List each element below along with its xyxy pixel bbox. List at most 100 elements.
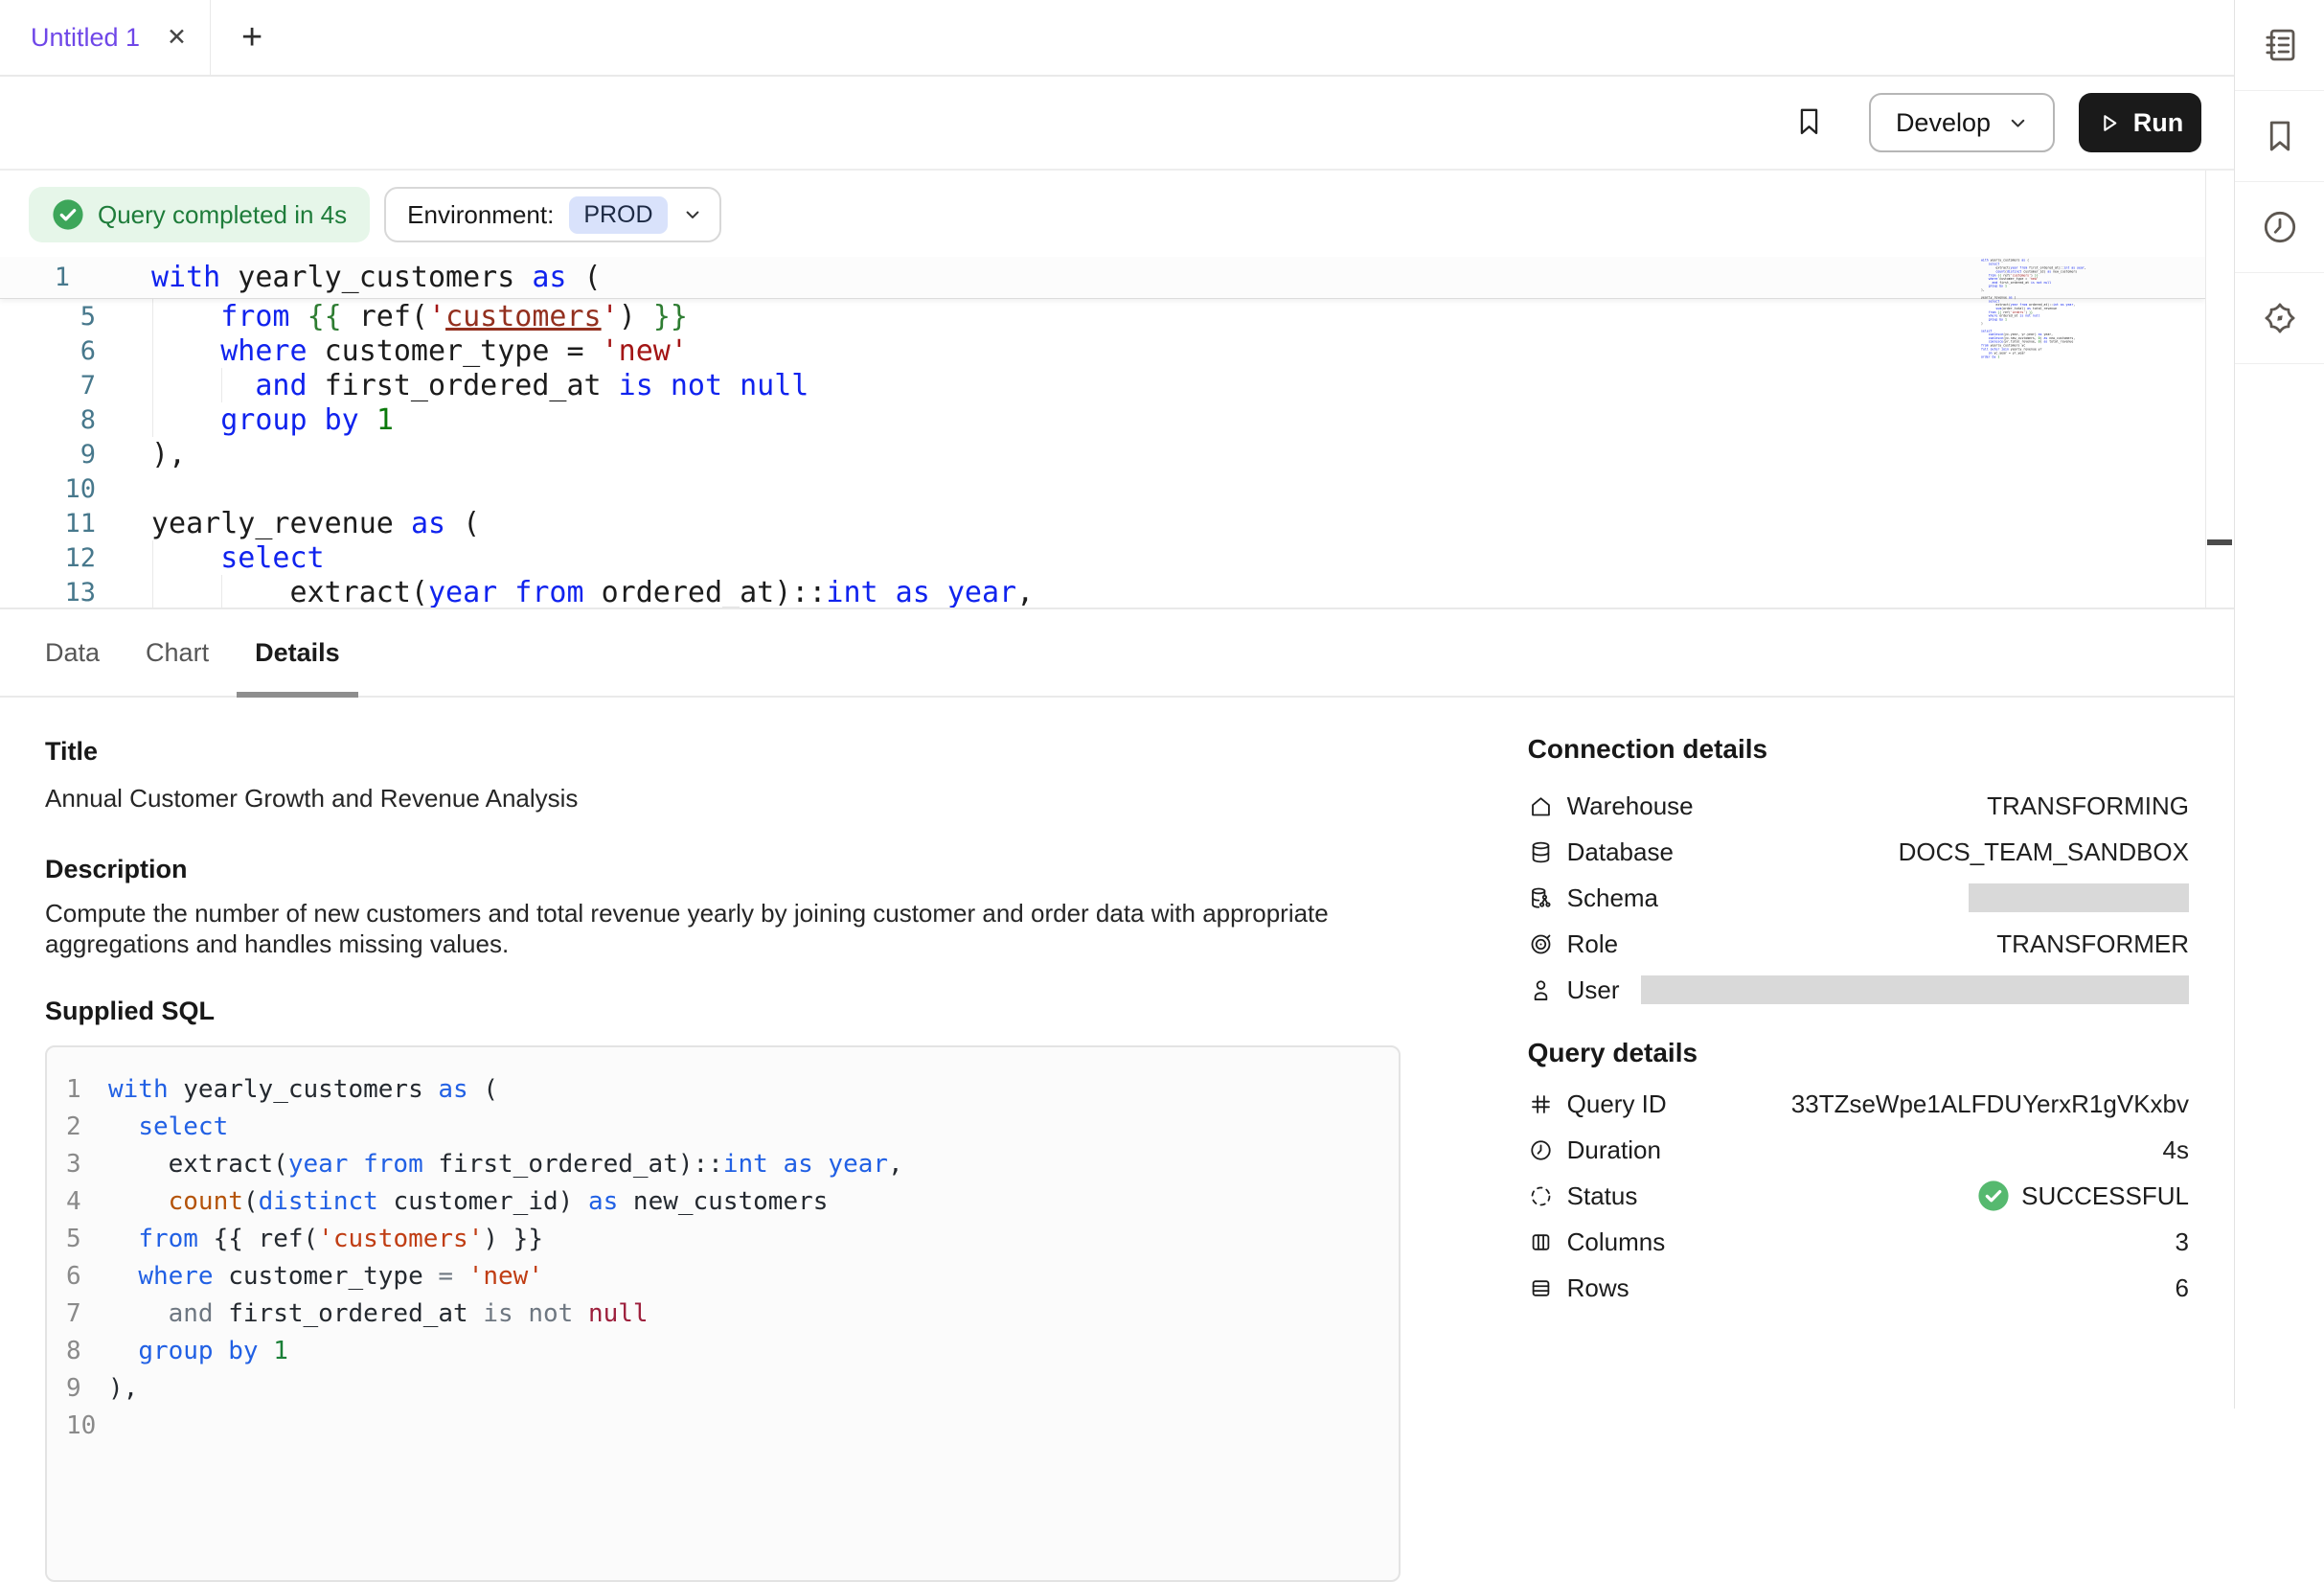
bookmark-button[interactable] [1793,104,1825,141]
supplied-sql-code-block: 1with yearly_customers as (2 select3 ext… [45,1045,1401,1582]
main-area: Untitled 1 ✕ + Develop Run Query complet… [0,0,2234,1409]
results-tab-bar: DataChartDetails [0,609,2234,698]
hash-icon [1528,1091,1554,1117]
schema-icon [1528,885,1554,911]
bookmark-icon [2260,116,2300,156]
line-number: 6 [66,1262,108,1291]
query-details-list: Query ID 33TZseWpe1ALFDUYerxR1gVKxbv Durat… [1528,1081,2189,1311]
tab-chart[interactable]: Chart [127,609,227,696]
scrollbar-thumb[interactable] [2207,539,2232,545]
detail-label: Columns [1567,1227,1666,1257]
query-id-row: Query ID 33TZseWpe1ALFDUYerxR1gVKxbv [1528,1081,2189,1127]
check-circle-icon [1977,1180,2010,1212]
environment-value-chip: PROD [569,196,667,234]
code-line: 8 group by 1 [0,402,2205,437]
line-number: 1 [0,263,70,292]
indent-guide [221,368,222,402]
title-value: Annual Customer Growth and Revenue Analy… [45,783,1401,814]
line-number: 6 [0,336,96,366]
line-number: 10 [0,474,96,504]
database-icon [1528,839,1554,865]
tab-details[interactable]: Details [237,609,358,696]
code-line: 7 and first_ordered_at is not null [66,1295,1399,1332]
line-number: 12 [0,543,96,573]
sql-editor-pane: Query completed in 4s Environment: PROD … [0,171,2234,609]
editor-tab-bar: Untitled 1 ✕ + [0,0,2234,77]
tab-label: Untitled 1 [31,23,148,53]
detail-label: User [1567,975,1620,1005]
copilot-sidebar-button[interactable] [2235,273,2324,364]
detail-value: TRANSFORMER [1996,929,2189,959]
line-number: 10 [66,1411,108,1440]
bookmark-icon [1793,104,1825,138]
detail-label: Duration [1567,1135,1661,1165]
detail-label: Database [1567,837,1674,867]
editor-scrollbar [2205,171,2234,608]
close-tab-icon[interactable]: ✕ [167,23,187,52]
detail-label: Rows [1567,1273,1629,1303]
chevron-down-icon [2008,113,2028,133]
status-badge: SUCCESSFUL [1977,1180,2189,1212]
connection-details-list: WarehouseTRANSFORMING Database DOCS_TEAM_S… [1528,783,2189,1013]
rows-icon [1528,1275,1554,1301]
detail-label: Query ID [1567,1089,1667,1119]
history-icon [2260,207,2300,247]
develop-dropdown[interactable]: Develop [1869,93,2055,152]
detail-value: 33TZseWpe1ALFDUYerxR1gVKxbv [1791,1089,2189,1119]
title-heading: Title [45,736,1401,767]
detail-value: 3 [2176,1227,2189,1257]
details-left-column: Title Annual Customer Growth and Revenue… [45,698,1401,1582]
environment-dropdown[interactable]: Environment: PROD [384,187,720,242]
detail-label: Warehouse [1567,791,1694,821]
run-button[interactable]: Run [2079,93,2201,152]
tab-data[interactable]: Data [27,609,118,696]
environment-label: Environment: [407,200,554,230]
supplied-sql-heading: Supplied SQL [45,996,1401,1026]
description-heading: Description [45,854,1401,884]
play-icon [2097,111,2121,135]
line-number: 9 [66,1374,108,1403]
code-line: 2 select [66,1108,1399,1145]
line-number: 3 [66,1150,108,1179]
details-right-column: Connection details WarehouseTRANSFORMING… [1528,698,2189,1582]
role-icon [1528,931,1554,957]
detail-value: 6 [2176,1273,2189,1303]
database-row: Database DOCS_TEAM_SANDBOX [1528,829,2189,875]
code-editor[interactable]: 1with yearly_customers as ( 5 from {{ re… [0,257,2205,608]
code-line: 1with yearly_customers as ( [0,257,2205,298]
detail-label: Schema [1567,883,1658,913]
code-line: 10 [0,471,2205,506]
code-line: 6 where customer_type = 'new' [0,333,2205,368]
detail-value: SUCCESSFUL [2021,1181,2189,1211]
check-circle-icon [52,198,84,231]
duration-row: Duration 4s [1528,1127,2189,1173]
editor-minimap[interactable]: with yearly_customers as ( select extrac… [1981,259,2092,370]
history-sidebar-button[interactable] [2235,182,2324,273]
columns-row: Columns 3 [1528,1219,2189,1265]
query-status-text: Query completed in 4s [98,200,347,230]
detail-value: 4s [2163,1135,2189,1165]
code-line: 5 from {{ ref('customers') }} [0,299,2205,333]
code-line: 3 extract(year from first_ordered_at)::i… [66,1145,1399,1182]
rows-row: Rows 6 [1528,1265,2189,1311]
line-number: 13 [0,578,96,608]
code-line: 9), [0,437,2205,471]
clock-icon [1528,1137,1554,1163]
code-line: 7 and first_ordered_at is not null [0,368,2205,402]
detail-value: DOCS_TEAM_SANDBOX [1899,837,2189,867]
warehouse-row: WarehouseTRANSFORMING [1528,783,2189,829]
query-status-pill: Query completed in 4s [29,187,370,242]
notebook-sidebar-button[interactable] [2235,0,2324,91]
indent-guide [152,299,153,437]
code-line: order by 1 [1981,355,2092,358]
new-tab-button[interactable]: + [236,0,268,75]
query-details-heading: Query details [1528,1037,2189,1069]
notebook-icon [2260,25,2300,65]
copilot-icon [2260,298,2300,338]
spinner-icon [1528,1183,1554,1209]
line-number: 1 [66,1075,108,1104]
bookmark-sidebar-button[interactable] [2235,91,2324,182]
code-line: 4 count(distinct customer_id) as new_cus… [66,1182,1399,1220]
tab-untitled-1[interactable]: Untitled 1 ✕ [0,0,211,75]
code-line: 12 select [0,540,2205,575]
